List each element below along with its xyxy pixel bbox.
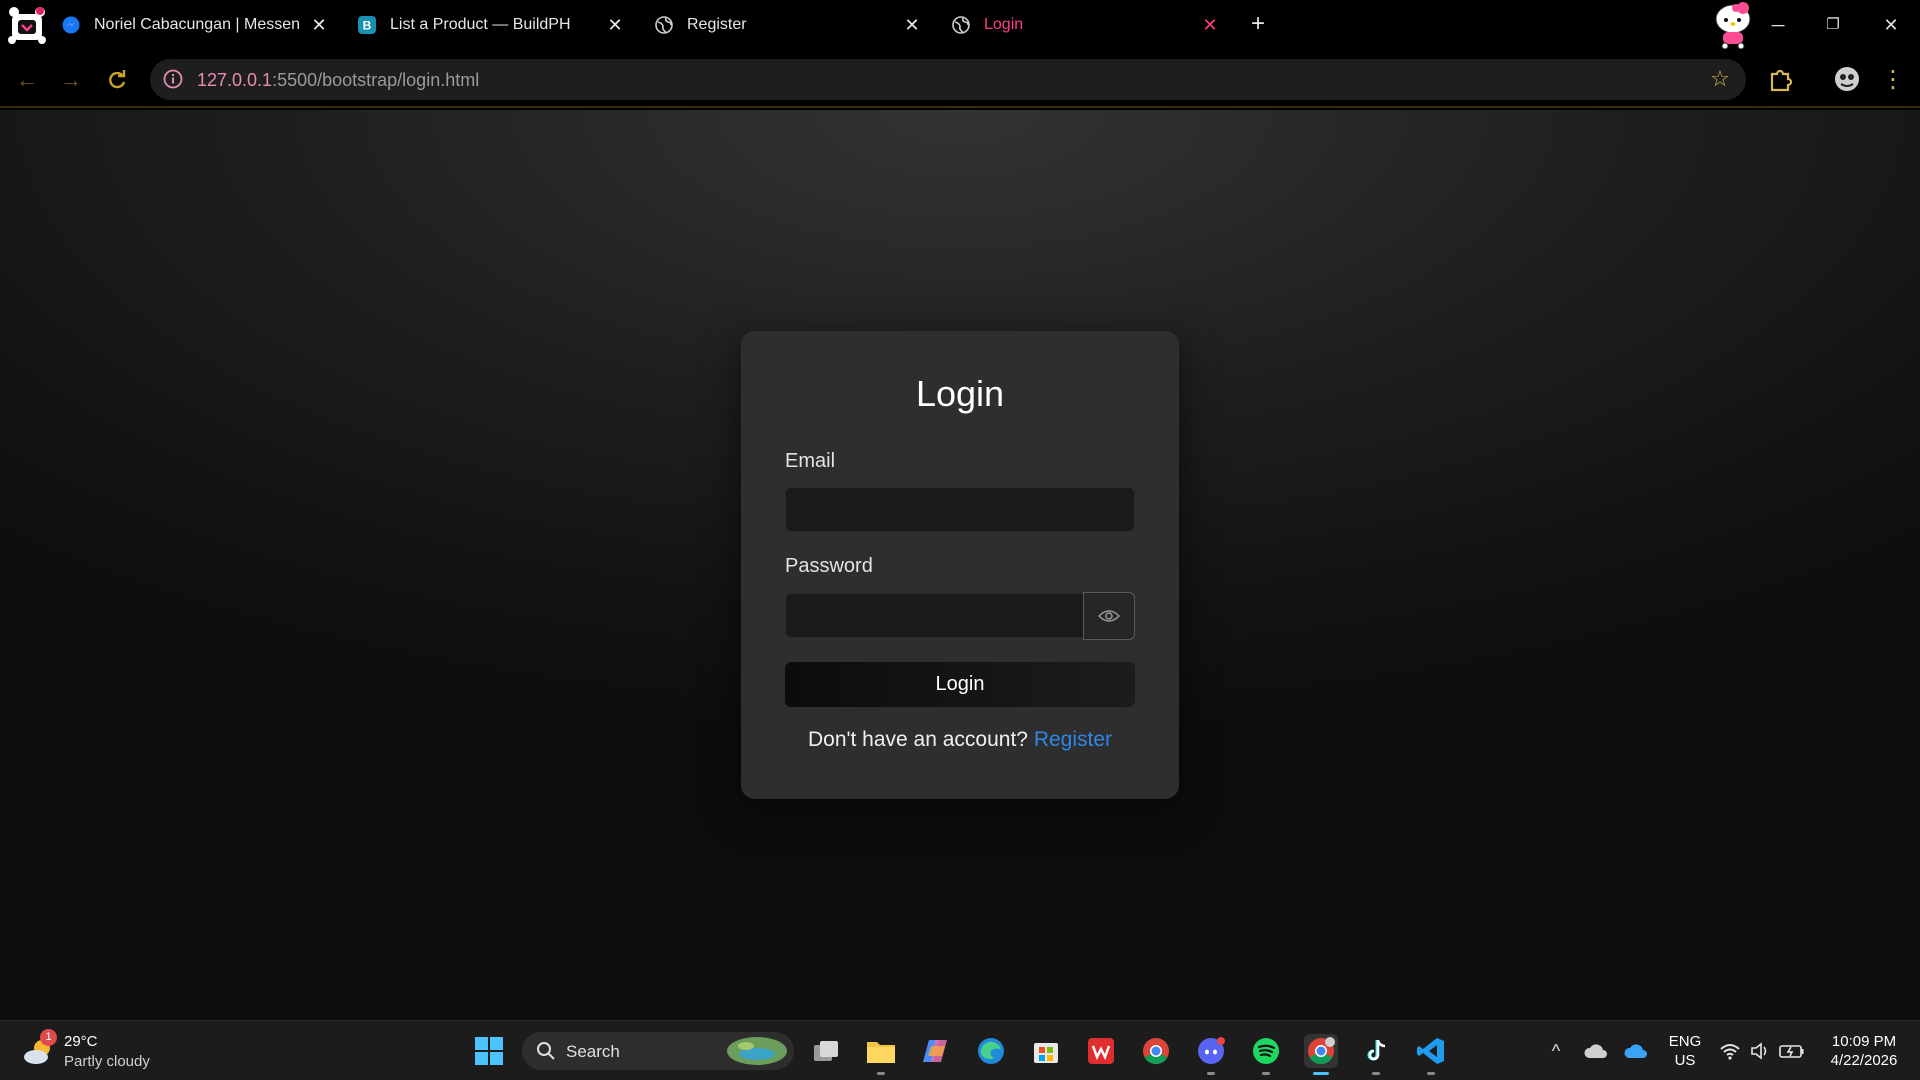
edge-browser-icon[interactable] (974, 1034, 1008, 1068)
minimize-icon[interactable]: ─ (1765, 12, 1791, 38)
tab-title: Noriel Cabacungan | Messenger (94, 16, 299, 33)
task-view-icon[interactable] (809, 1034, 843, 1068)
onedrive-gray-icon[interactable] (1579, 1034, 1613, 1068)
site-info-icon[interactable] (162, 68, 184, 90)
windows-logo-icon (475, 1037, 503, 1065)
weather-temperature: 29°C (64, 1033, 98, 1050)
onedrive-blue-icon[interactable] (1619, 1034, 1653, 1068)
url-text[interactable]: 127.0.0.1:5500/bootstrap/login.html (197, 70, 479, 91)
wifi-icon (1719, 1044, 1740, 1060)
url-host: 127.0.0.1 (197, 70, 273, 90)
menu-kebab-icon[interactable]: ⋮ (1880, 67, 1906, 93)
discord-icon[interactable] (1194, 1034, 1228, 1075)
tab-buildph[interactable]: B List a Product — BuildPH ✕ (358, 6, 624, 44)
spotify-icon[interactable] (1249, 1034, 1283, 1075)
taskbar: 1 29°C Partly cloudy Search ^ ENG US 10:… (0, 1020, 1920, 1080)
tab-title: Register (687, 16, 747, 33)
search-label: Search (566, 1042, 620, 1061)
language-indicator[interactable]: ENG US (1660, 1032, 1710, 1070)
password-field[interactable] (785, 593, 1084, 638)
browser-toolbar: ← → 127.0.0.1:5500/bootstrap/login.html … (0, 50, 1920, 108)
password-label: Password (785, 555, 873, 577)
page-title: Login (915, 373, 1005, 414)
page-viewport: Login Email Password Login Don't have an… (0, 110, 1920, 1020)
eye-icon (1098, 610, 1120, 622)
register-prompt: Don't have an account? Register (741, 728, 1179, 752)
new-tab-button[interactable]: + (1247, 12, 1269, 36)
svg-text:B: B (363, 19, 372, 33)
globe-icon (952, 16, 970, 34)
language-code: ENG (1668, 1033, 1702, 1050)
clock[interactable]: 10:09 PM 4/22/2026 (1816, 1032, 1912, 1070)
messenger-icon (62, 16, 80, 34)
toggle-password-visibility-button[interactable] (1083, 592, 1135, 640)
notification-badge: 1 (40, 1029, 57, 1046)
register-link[interactable]: Register (1034, 728, 1112, 751)
tab-title: List a Product — BuildPH (390, 16, 571, 33)
file-explorer-icon[interactable] (864, 1034, 898, 1075)
wps-office-icon[interactable] (1084, 1034, 1118, 1068)
login-button[interactable]: Login (785, 662, 1135, 707)
battery-charging-icon (1779, 1045, 1804, 1058)
tab-search-button[interactable] (6, 6, 48, 44)
buildph-icon: B (358, 16, 376, 34)
globe-icon (655, 16, 673, 34)
reload-icon[interactable] (104, 67, 130, 93)
panda-avatar-icon (8, 7, 46, 44)
keyboard-region: US (1674, 1052, 1696, 1069)
close-tab-icon[interactable]: ✕ (903, 16, 921, 34)
clock-time: 10:09 PM (1831, 1033, 1897, 1050)
tab-messenger[interactable]: Noriel Cabacungan | Messenger ✕ (62, 6, 328, 44)
chrome-icon[interactable] (1139, 1034, 1173, 1068)
volume-icon (1751, 1042, 1767, 1060)
search-highlight-image (727, 1037, 787, 1065)
quick-settings-button[interactable] (1714, 1034, 1810, 1068)
hello-kitty-profile-icon[interactable] (1712, 1, 1754, 49)
extensions-puzzle-icon[interactable] (1766, 64, 1796, 94)
tab-title: Login (984, 16, 1024, 33)
no-account-text: Don't have an account? (807, 728, 1028, 751)
copilot-icon[interactable] (919, 1034, 953, 1068)
forward-arrow-icon[interactable]: → (58, 67, 84, 93)
chrome-active-window-icon[interactable] (1304, 1034, 1338, 1075)
email-label: Email (785, 450, 836, 472)
close-tab-icon[interactable]: ✕ (310, 16, 328, 34)
tiktok-icon[interactable] (1359, 1034, 1393, 1075)
tab-strip: Noriel Cabacungan | Messenger ✕ B List a… (0, 0, 1920, 50)
clock-date: 4/22/2026 (1830, 1052, 1898, 1069)
weather-widget[interactable]: 1 29°C Partly cloudy (22, 1029, 182, 1073)
start-button[interactable] (472, 1034, 506, 1068)
search-icon (537, 1042, 555, 1060)
vscode-icon[interactable] (1414, 1034, 1448, 1075)
email-field[interactable] (785, 487, 1135, 532)
close-tab-icon[interactable]: ✕ (606, 16, 624, 34)
bookmark-star-icon[interactable]: ☆ (1708, 67, 1732, 91)
weather-condition: Partly cloudy (64, 1053, 150, 1070)
tab-register[interactable]: Register ✕ (655, 6, 921, 44)
address-bar[interactable]: 127.0.0.1:5500/bootstrap/login.html ☆ (150, 59, 1746, 100)
profile-avatar-icon[interactable] (1832, 64, 1862, 94)
restore-icon[interactable]: ❐ (1820, 12, 1846, 38)
taskbar-search-box[interactable]: Search (522, 1032, 794, 1070)
url-path: :5500/bootstrap/login.html (272, 70, 480, 90)
close-window-icon[interactable]: ✕ (1878, 12, 1904, 38)
back-arrow-icon[interactable]: ← (14, 67, 40, 93)
show-hidden-icons-chevron-icon[interactable]: ^ (1539, 1034, 1573, 1068)
login-card: Login Email Password Login Don't have an… (741, 331, 1179, 799)
microsoft-store-icon[interactable] (1029, 1034, 1063, 1068)
close-tab-icon[interactable]: ✕ (1201, 16, 1219, 34)
tab-login[interactable]: Login ✕ (952, 6, 1219, 44)
